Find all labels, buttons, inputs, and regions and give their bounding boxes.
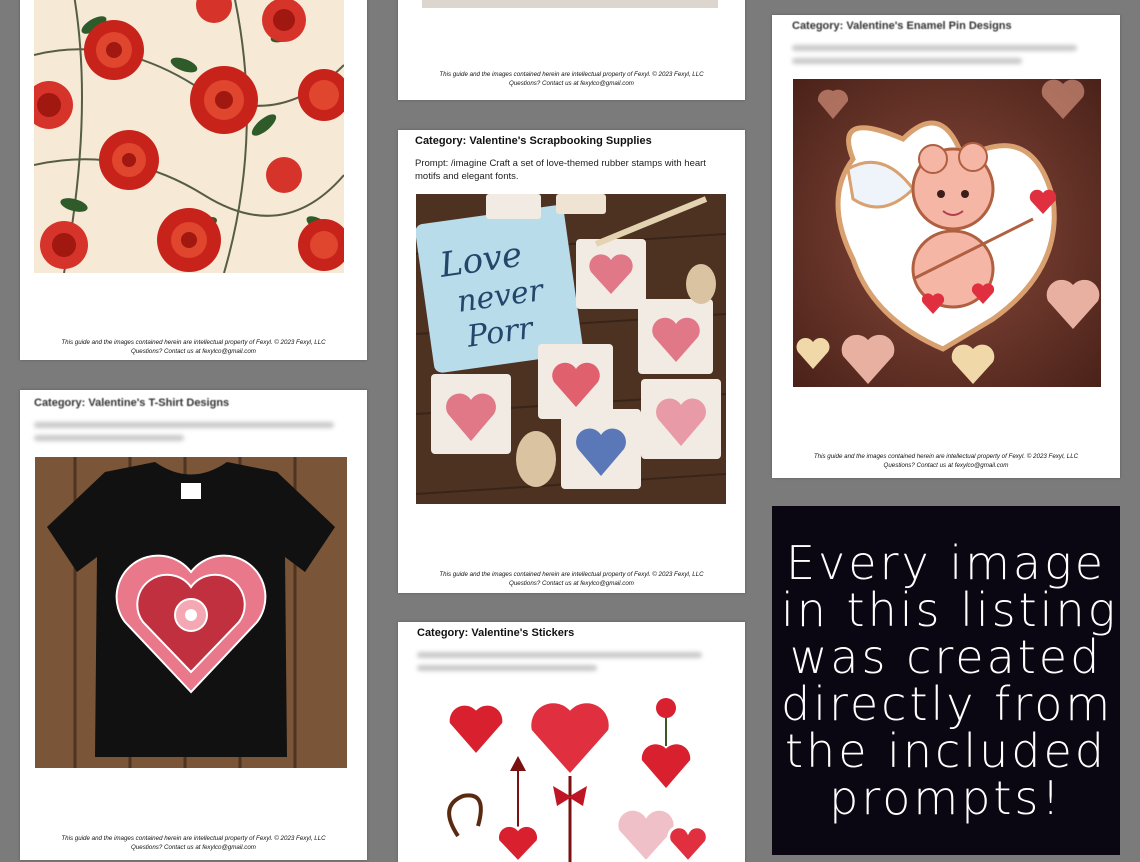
stamps-illustration: Love never Porr: [416, 194, 726, 504]
blurred-prompt-line: [34, 422, 334, 428]
category-title: Category: Valentine's Scrapbooking Suppl…: [415, 135, 652, 147]
stickers-illustration: [445, 698, 709, 862]
promo-line: the included: [785, 723, 1107, 778]
footer-contact: Questions? Contact us at fexylco@gmail.c…: [509, 580, 634, 587]
blurred-prompt-line: [792, 58, 1022, 64]
blurred-prompt-line: [417, 652, 702, 658]
stickers-image: [418, 686, 728, 862]
footer-copyright: This guide and the images contained here…: [439, 571, 704, 578]
card-roses: This guide and the images contained here…: [20, 0, 367, 360]
card-top-middle: This guide and the images contained here…: [398, 0, 745, 100]
promo-line: directly from: [781, 676, 1114, 731]
promo-message: Every image in this listing was created …: [781, 535, 1119, 825]
category-title: Category: Valentine's Enamel Pin Designs: [792, 20, 1012, 32]
roses-pattern-image: [34, 0, 344, 273]
enamel-pin-image: [793, 79, 1101, 387]
card-footer: This guide and the images contained here…: [398, 70, 745, 88]
blurred-prompt-line: [792, 45, 1077, 51]
cupid-pin-illustration: [793, 79, 1101, 387]
footer-copyright: This guide and the images contained here…: [813, 453, 1079, 460]
category-title: Category: Valentine's Stickers: [417, 627, 575, 639]
card-footer: This guide and the images contained here…: [772, 452, 1120, 470]
tshirt-illustration: [35, 457, 347, 768]
blurred-prompt-line: [34, 435, 184, 441]
card-stickers: Category: Valentine's Stickers: [398, 622, 745, 862]
partial-image: [422, 0, 718, 8]
footer-copyright: This guide and the images contained here…: [439, 71, 704, 78]
footer-contact: Questions? Contact us at fexylco@gmail.c…: [131, 844, 256, 851]
footer-contact: Questions? Contact us at fexylco@gmail.c…: [131, 348, 256, 355]
card-footer: This guide and the images contained here…: [20, 338, 367, 356]
promo-line: in this listing: [781, 582, 1119, 637]
card-tshirt: Category: Valentine's T-Shirt Designs Th…: [20, 390, 367, 860]
rubber-stamps-image: Love never Porr: [416, 194, 726, 504]
card-footer: This guide and the images contained here…: [398, 570, 745, 588]
promo-line: Every image: [785, 535, 1107, 590]
footer-contact: Questions? Contact us at fexylco@gmail.c…: [883, 462, 1009, 469]
blurred-prompt-line: [417, 665, 597, 671]
promo-line: prompts!: [829, 770, 1063, 825]
card-scrapbooking: Category: Valentine's Scrapbooking Suppl…: [398, 130, 745, 593]
promo-card: Every image in this listing was created …: [772, 506, 1120, 855]
footer-copyright: This guide and the images contained here…: [61, 339, 326, 346]
footer-contact: Questions? Contact us at fexylco@gmail.c…: [509, 80, 634, 87]
category-title: Category: Valentine's T-Shirt Designs: [34, 397, 230, 409]
footer-copyright: This guide and the images contained here…: [61, 835, 326, 842]
prompt-text: Prompt: /imagine Craft a set of love-the…: [415, 158, 706, 182]
tshirt-image: [35, 457, 347, 768]
promo-line: was created: [789, 629, 1103, 684]
card-footer: This guide and the images contained here…: [20, 834, 367, 852]
card-enamel-pin: Category: Valentine's Enamel Pin Designs: [772, 15, 1120, 478]
roses-illustration: [34, 0, 344, 273]
